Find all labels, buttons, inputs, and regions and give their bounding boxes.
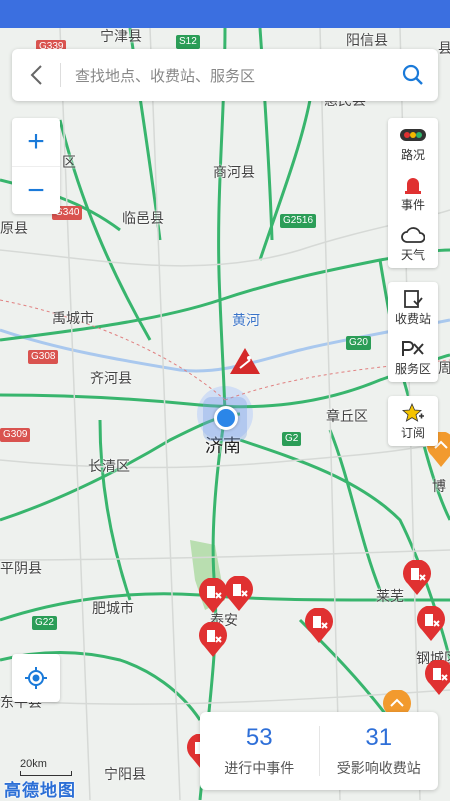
layer-tools-panel: 路况 事件 天气	[388, 118, 438, 268]
search-icon	[402, 64, 423, 85]
affected-toll-stations-stat[interactable]: 31 受影响收费站	[320, 712, 439, 790]
city-label: 周	[438, 360, 450, 376]
event-marker-icon[interactable]	[402, 560, 432, 596]
city-label: 莱芜	[376, 588, 404, 604]
highway-shield: G308	[28, 350, 59, 364]
city-label: 宁阳县	[104, 766, 146, 782]
service-area-icon	[401, 338, 425, 360]
city-label: 区	[62, 154, 76, 170]
event-marker-icon[interactable]	[416, 606, 446, 642]
subscribe-button[interactable]: 订阅	[388, 396, 438, 446]
current-location-dot	[214, 406, 238, 430]
affected-toll-stations-count: 31	[365, 724, 393, 751]
event-marker-icon[interactable]	[198, 622, 228, 658]
city-label: 县	[438, 40, 450, 56]
weather-button[interactable]: 天气	[388, 218, 438, 268]
traffic-label: 路况	[400, 147, 425, 162]
toll-station-button[interactable]: 收费站	[388, 282, 438, 332]
city-label: 宁津县	[100, 28, 142, 44]
ongoing-events-label: 进行中事件	[224, 760, 295, 776]
plus-icon: +	[27, 125, 45, 158]
search-bar: 查找地点、收费站、服务区	[12, 49, 438, 101]
search-button[interactable]	[388, 49, 438, 101]
locate-me-button[interactable]	[12, 654, 60, 702]
city-label: 平阴县	[0, 560, 42, 576]
city-label: 肥城市	[92, 600, 134, 616]
city-label: 齐河县	[90, 370, 132, 386]
city-label: 章丘区	[326, 408, 368, 424]
zoom-in-button[interactable]: +	[12, 118, 60, 166]
road-work-warning-icon[interactable]	[228, 346, 262, 376]
scale-label: 20km	[20, 758, 47, 770]
city-label: 禹城市	[52, 310, 94, 326]
map-scale: 20km	[20, 758, 72, 776]
highway-shield: G2	[282, 432, 302, 446]
city-label: 长清区	[88, 458, 130, 474]
zoom-controls: + −	[12, 118, 60, 214]
highway-shield: G20	[346, 336, 371, 350]
highway-shield: G309	[0, 428, 31, 442]
event-marker-icon[interactable]	[224, 576, 254, 612]
event-marker-icon[interactable]	[424, 660, 450, 696]
events-label: 事件	[400, 197, 425, 212]
chevron-left-icon	[30, 65, 42, 85]
city-label: 商河县	[213, 164, 255, 180]
facility-tools-panel: 收费站 服务区	[388, 282, 438, 382]
locate-icon	[25, 667, 47, 689]
zoom-out-button[interactable]: −	[12, 167, 60, 215]
traffic-button[interactable]: 路况	[388, 118, 438, 168]
map-logo: 高德地图	[4, 781, 76, 800]
service-area-label: 服务区	[394, 361, 431, 376]
stats-card: 53 进行中事件 31 受影响收费站	[200, 712, 438, 790]
traffic-light-icon	[399, 124, 427, 146]
city-label: 临邑县	[122, 210, 164, 226]
ongoing-events-stat[interactable]: 53 进行中事件	[200, 712, 319, 790]
toll-station-label: 收费站	[394, 311, 431, 326]
city-label: 阳信县	[346, 32, 388, 48]
ongoing-events-count: 53	[245, 724, 273, 751]
event-marker-icon[interactable]	[304, 608, 334, 644]
map-view[interactable]: 宁津县 阳信县 惠民县 商河县 临邑县 区 原县 禹城市 齐河县 章丘区 长清区…	[0, 28, 450, 800]
affected-toll-stations-label: 受影响收费站	[336, 760, 421, 776]
service-area-button[interactable]: 服务区	[388, 332, 438, 382]
search-input[interactable]: 查找地点、收费站、服务区	[61, 65, 388, 86]
minus-icon: −	[27, 174, 45, 207]
weather-icon	[401, 224, 425, 246]
highway-shield: S12	[176, 35, 200, 49]
city-label: 原县	[0, 220, 28, 236]
subscribe-panel: 订阅	[388, 396, 438, 446]
city-label: 博	[432, 478, 446, 494]
highway-shield: G2516	[280, 214, 317, 228]
alarm-icon	[404, 174, 422, 196]
subscribe-label: 订阅	[400, 425, 425, 440]
weather-label: 天气	[400, 247, 425, 262]
events-button[interactable]: 事件	[388, 168, 438, 218]
subscribe-star-icon	[402, 402, 424, 424]
status-bar	[0, 0, 450, 28]
river-label: 黄河	[232, 312, 260, 328]
back-button[interactable]	[12, 49, 60, 101]
toll-icon	[403, 288, 423, 310]
highway-shield: G22	[32, 616, 57, 630]
